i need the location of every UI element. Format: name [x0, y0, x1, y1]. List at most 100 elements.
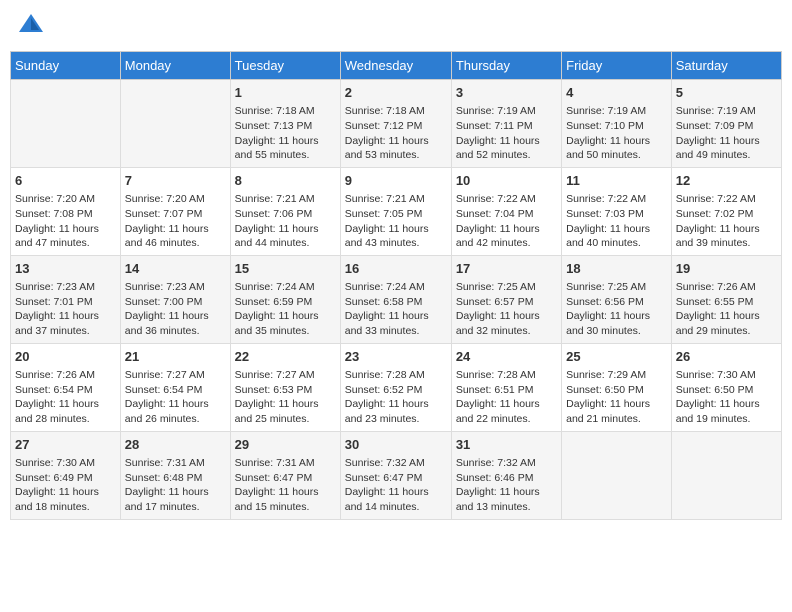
day-info-line: Daylight: 11 hours and 18 minutes. — [15, 485, 116, 514]
day-number: 13 — [15, 260, 116, 278]
day-info-line: Daylight: 11 hours and 28 minutes. — [15, 397, 116, 426]
day-info-line: Sunrise: 7:18 AM — [235, 104, 336, 119]
day-info-line: Sunrise: 7:32 AM — [345, 456, 447, 471]
day-cell — [562, 431, 672, 519]
day-info-line: Sunrise: 7:27 AM — [235, 368, 336, 383]
day-info-line: Sunset: 6:51 PM — [456, 383, 557, 398]
day-number: 30 — [345, 436, 447, 454]
day-info-line: Daylight: 11 hours and 44 minutes. — [235, 222, 336, 251]
day-number: 29 — [235, 436, 336, 454]
day-info-line: Sunset: 6:52 PM — [345, 383, 447, 398]
day-number: 7 — [125, 172, 226, 190]
day-number: 31 — [456, 436, 557, 454]
day-number: 9 — [345, 172, 447, 190]
day-number: 23 — [345, 348, 447, 366]
day-info-line: Sunset: 7:00 PM — [125, 295, 226, 310]
day-number: 11 — [566, 172, 667, 190]
day-info-line: Daylight: 11 hours and 46 minutes. — [125, 222, 226, 251]
day-number: 8 — [235, 172, 336, 190]
day-number: 27 — [15, 436, 116, 454]
day-number: 4 — [566, 84, 667, 102]
day-info-line: Daylight: 11 hours and 55 minutes. — [235, 134, 336, 163]
day-info-line: Sunset: 6:50 PM — [676, 383, 777, 398]
day-cell: 16Sunrise: 7:24 AMSunset: 6:58 PMDayligh… — [340, 255, 451, 343]
day-cell: 31Sunrise: 7:32 AMSunset: 6:46 PMDayligh… — [451, 431, 561, 519]
day-info-line: Sunset: 6:53 PM — [235, 383, 336, 398]
day-cell: 8 Sunrise: 7:21 AMSunset: 7:06 PMDaylight… — [230, 167, 340, 255]
day-info-line: Sunrise: 7:19 AM — [566, 104, 667, 119]
day-info-line: Daylight: 11 hours and 39 minutes. — [676, 222, 777, 251]
day-cell: 19Sunrise: 7:26 AMSunset: 6:55 PMDayligh… — [671, 255, 781, 343]
day-info-line: Daylight: 11 hours and 35 minutes. — [235, 309, 336, 338]
day-info-line: Sunset: 7:06 PM — [235, 207, 336, 222]
day-info-line: Daylight: 11 hours and 15 minutes. — [235, 485, 336, 514]
day-info-line: Sunrise: 7:21 AM — [235, 192, 336, 207]
day-info-line: Sunrise: 7:22 AM — [566, 192, 667, 207]
day-info-line: Daylight: 11 hours and 47 minutes. — [15, 222, 116, 251]
day-info-line: Sunrise: 7:32 AM — [456, 456, 557, 471]
day-info-line: Sunset: 6:57 PM — [456, 295, 557, 310]
day-cell: 4 Sunrise: 7:19 AMSunset: 7:10 PMDaylight… — [562, 80, 672, 168]
week-row-4: 20Sunrise: 7:26 AMSunset: 6:54 PMDayligh… — [11, 343, 782, 431]
day-info-line: Sunset: 7:02 PM — [676, 207, 777, 222]
day-cell: 3Sunrise: 7:19 AMSunset: 7:11 PMDaylight… — [451, 80, 561, 168]
day-cell: 26Sunrise: 7:30 AMSunset: 6:50 PMDayligh… — [671, 343, 781, 431]
column-header-saturday: Saturday — [671, 52, 781, 80]
page-header — [10, 10, 782, 43]
day-info-line: Daylight: 11 hours and 43 minutes. — [345, 222, 447, 251]
day-info-line: Sunset: 7:01 PM — [15, 295, 116, 310]
day-cell: 2Sunrise: 7:18 AMSunset: 7:12 PMDaylight… — [340, 80, 451, 168]
day-number: 22 — [235, 348, 336, 366]
day-number: 19 — [676, 260, 777, 278]
day-info-line: Daylight: 11 hours and 36 minutes. — [125, 309, 226, 338]
day-info-line: Sunrise: 7:29 AM — [566, 368, 667, 383]
day-number: 25 — [566, 348, 667, 366]
day-info-line: Sunset: 7:05 PM — [345, 207, 447, 222]
day-number: 3 — [456, 84, 557, 102]
day-info-line: Sunrise: 7:26 AM — [15, 368, 116, 383]
day-info-line: Sunset: 7:12 PM — [345, 119, 447, 134]
day-info-line: Sunset: 6:49 PM — [15, 471, 116, 486]
day-cell: 21Sunrise: 7:27 AMSunset: 6:54 PMDayligh… — [120, 343, 230, 431]
day-info-line: Sunset: 7:08 PM — [15, 207, 116, 222]
day-info-line: Daylight: 11 hours and 42 minutes. — [456, 222, 557, 251]
day-cell: 7Sunrise: 7:20 AMSunset: 7:07 PMDaylight… — [120, 167, 230, 255]
day-cell: 17Sunrise: 7:25 AMSunset: 6:57 PMDayligh… — [451, 255, 561, 343]
day-cell: 6Sunrise: 7:20 AMSunset: 7:08 PMDaylight… — [11, 167, 121, 255]
calendar-table: SundayMondayTuesdayWednesdayThursdayFrid… — [10, 51, 782, 520]
day-cell: 30Sunrise: 7:32 AMSunset: 6:47 PMDayligh… — [340, 431, 451, 519]
day-cell — [671, 431, 781, 519]
day-cell: 14Sunrise: 7:23 AMSunset: 7:00 PMDayligh… — [120, 255, 230, 343]
day-cell: 29Sunrise: 7:31 AMSunset: 6:47 PMDayligh… — [230, 431, 340, 519]
day-cell: 9 Sunrise: 7:21 AMSunset: 7:05 PMDaylight… — [340, 167, 451, 255]
day-info-line: Daylight: 11 hours and 32 minutes. — [456, 309, 557, 338]
column-header-sunday: Sunday — [11, 52, 121, 80]
day-cell: 11Sunrise: 7:22 AMSunset: 7:03 PMDayligh… — [562, 167, 672, 255]
day-cell — [11, 80, 121, 168]
day-info-line: Sunset: 7:11 PM — [456, 119, 557, 134]
day-cell: 1Sunrise: 7:18 AMSunset: 7:13 PMDaylight… — [230, 80, 340, 168]
day-cell: 13Sunrise: 7:23 AMSunset: 7:01 PMDayligh… — [11, 255, 121, 343]
day-info-line: Sunrise: 7:28 AM — [345, 368, 447, 383]
day-info-line: Daylight: 11 hours and 13 minutes. — [456, 485, 557, 514]
day-cell: 24Sunrise: 7:28 AMSunset: 6:51 PMDayligh… — [451, 343, 561, 431]
day-info-line: Daylight: 11 hours and 29 minutes. — [676, 309, 777, 338]
day-info-line: Daylight: 11 hours and 50 minutes. — [566, 134, 667, 163]
day-cell: 20Sunrise: 7:26 AMSunset: 6:54 PMDayligh… — [11, 343, 121, 431]
day-info-line: Sunrise: 7:18 AM — [345, 104, 447, 119]
day-info-line: Sunset: 7:03 PM — [566, 207, 667, 222]
day-info-line: Sunset: 7:10 PM — [566, 119, 667, 134]
day-info-line: Sunrise: 7:26 AM — [676, 280, 777, 295]
week-row-1: 1Sunrise: 7:18 AMSunset: 7:13 PMDaylight… — [11, 80, 782, 168]
day-number: 5 — [676, 84, 777, 102]
column-header-friday: Friday — [562, 52, 672, 80]
day-info-line: Sunset: 6:50 PM — [566, 383, 667, 398]
day-info-line: Sunrise: 7:31 AM — [235, 456, 336, 471]
day-number: 26 — [676, 348, 777, 366]
day-info-line: Sunrise: 7:21 AM — [345, 192, 447, 207]
day-number: 12 — [676, 172, 777, 190]
day-info-line: Daylight: 11 hours and 19 minutes. — [676, 397, 777, 426]
day-number: 28 — [125, 436, 226, 454]
day-info-line: Daylight: 11 hours and 22 minutes. — [456, 397, 557, 426]
day-number: 21 — [125, 348, 226, 366]
